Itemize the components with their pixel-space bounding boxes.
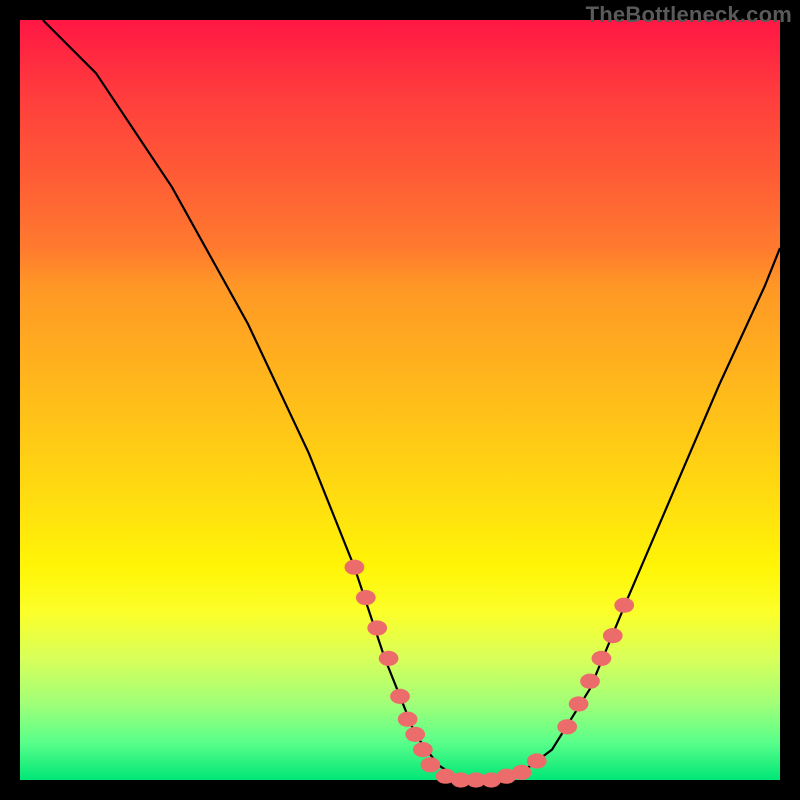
marker-dot xyxy=(603,628,623,643)
marker-dot xyxy=(356,590,376,605)
marker-dot xyxy=(592,651,612,666)
marker-dot xyxy=(421,757,441,772)
marker-dot xyxy=(512,765,532,780)
marker-dot xyxy=(398,712,418,727)
marker-dot xyxy=(413,742,433,757)
marker-dot xyxy=(569,696,589,711)
data-markers xyxy=(345,560,635,788)
marker-dot xyxy=(390,689,410,704)
marker-dot xyxy=(345,560,365,575)
marker-dot xyxy=(614,598,634,613)
curve-line xyxy=(43,20,780,780)
chart-svg xyxy=(20,20,780,780)
marker-dot xyxy=(527,753,547,768)
marker-dot xyxy=(379,651,399,666)
watermark-text: TheBottleneck.com xyxy=(586,2,792,28)
marker-dot xyxy=(405,727,425,742)
marker-dot xyxy=(557,719,577,734)
marker-dot xyxy=(580,674,600,689)
marker-dot xyxy=(367,620,387,635)
chart-container: TheBottleneck.com xyxy=(0,0,800,800)
